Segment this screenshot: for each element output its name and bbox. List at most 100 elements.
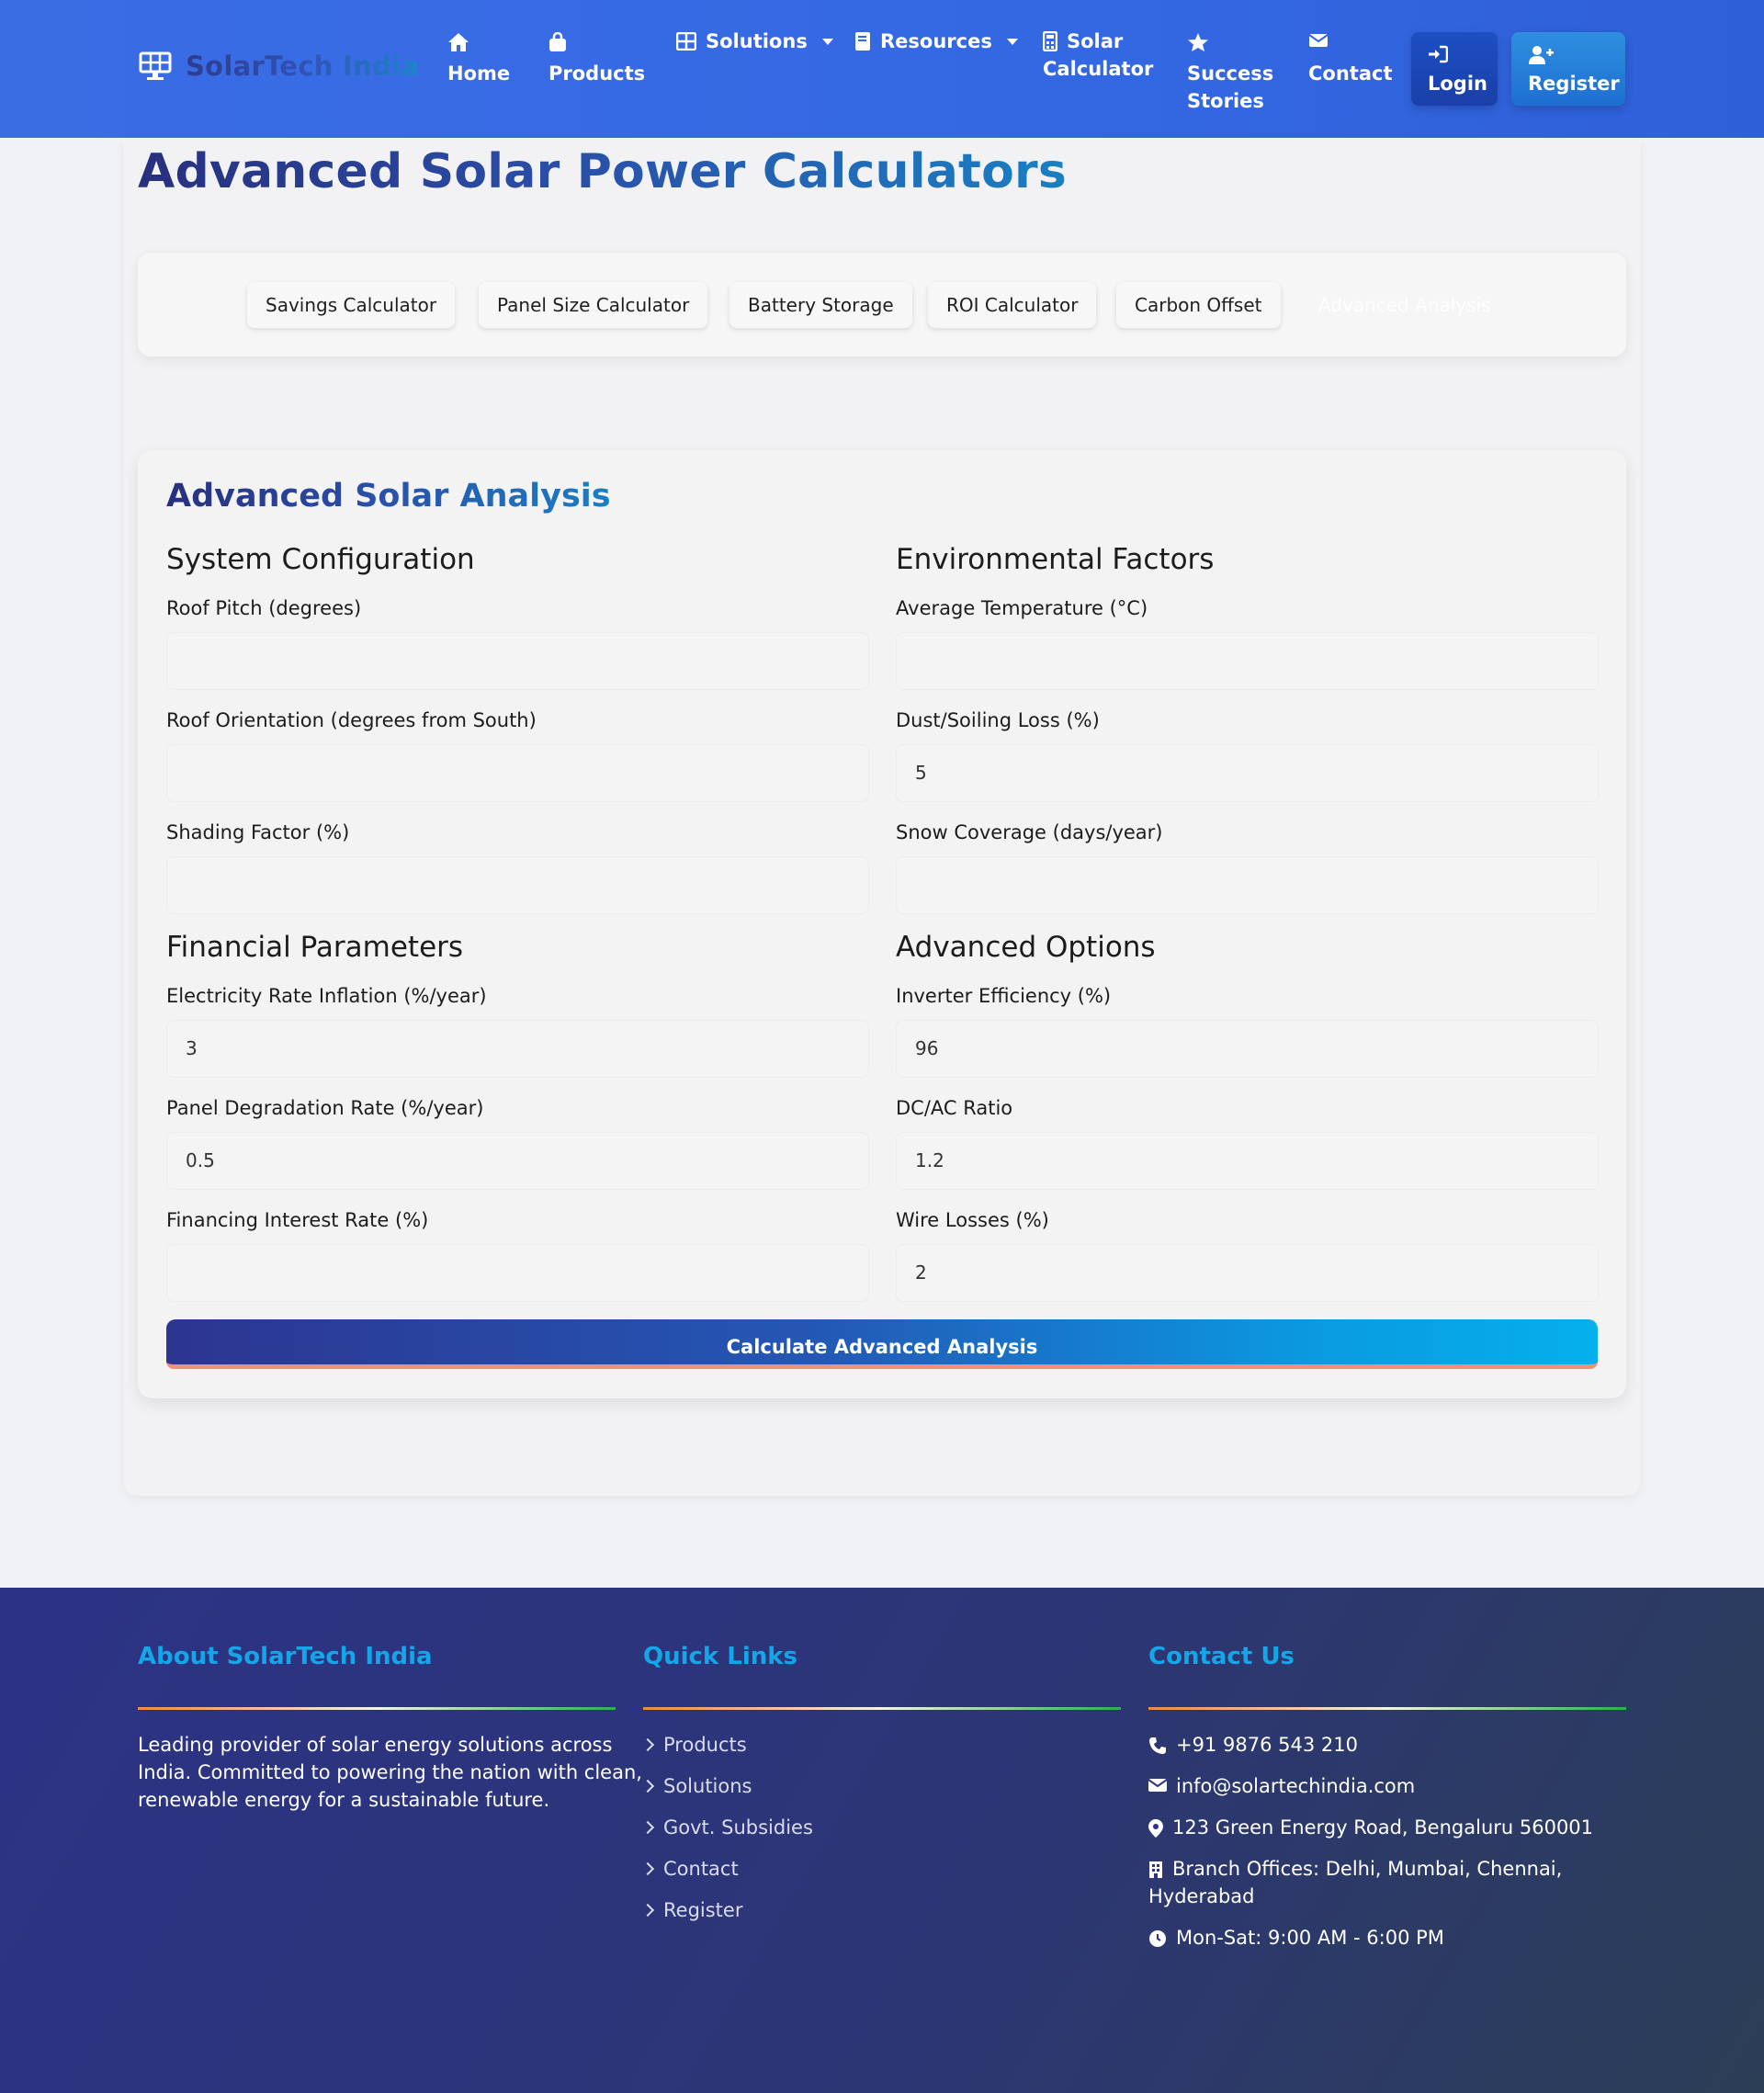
footer-link-label: Products — [663, 1734, 747, 1756]
footer-about-line-2: India. Committed to powering the nation … — [138, 1761, 642, 1783]
snow-coverage-input[interactable] — [896, 856, 1599, 914]
nav-success-label-1: Success — [1187, 62, 1274, 85]
building-icon — [1149, 1861, 1162, 1878]
tab-advanced-analysis[interactable]: Advanced Analysis — [1300, 282, 1510, 328]
calculator-tabs: Savings Calculator Panel Size Calculator… — [138, 253, 1626, 356]
footer-about-heading: About SolarTech India — [138, 1643, 433, 1670]
book-icon — [855, 32, 870, 51]
map-marker-icon — [1148, 1819, 1163, 1838]
roof-pitch-label: Roof Pitch (degrees) — [166, 597, 362, 619]
star-icon — [1187, 32, 1273, 60]
tab-panel-size-calculator[interactable]: Panel Size Calculator — [479, 282, 708, 328]
tab-carbon-offset[interactable]: Carbon Offset — [1116, 282, 1281, 328]
financing-rate-label: Financing Interest Rate (%) — [166, 1209, 429, 1231]
nav-contact-label: Contact — [1308, 62, 1393, 85]
chevron-right-icon — [640, 1820, 655, 1835]
avg-temperature-label: Average Temperature (°C) — [896, 597, 1148, 619]
chevron-down-icon — [1006, 38, 1018, 45]
login-button[interactable]: Login — [1411, 32, 1498, 106]
dc-ac-ratio-input[interactable]: 1.2 — [896, 1132, 1599, 1190]
footer-contact-heading: Contact Us — [1148, 1643, 1295, 1670]
footer-email-text: info@solartechindia.com — [1176, 1775, 1416, 1797]
chevron-right-icon — [640, 1861, 655, 1876]
tab-roi-calculator[interactable]: ROI Calculator — [928, 282, 1097, 328]
dust-loss-label: Dust/Soiling Loss (%) — [896, 709, 1100, 731]
footer-link-label: Contact — [663, 1858, 739, 1880]
chevron-right-icon — [640, 1903, 655, 1918]
footer-link-register[interactable]: Register — [640, 1896, 743, 1924]
nav-solutions-dropdown[interactable]: Solutions — [676, 28, 833, 55]
calculator-icon — [1043, 31, 1057, 51]
nav-home-label: Home — [447, 62, 511, 85]
footer-link-solutions[interactable]: Solutions — [640, 1772, 752, 1800]
clock-icon — [1149, 1930, 1166, 1947]
wire-losses-label: Wire Losses (%) — [896, 1209, 1049, 1231]
nav-solar-calculator[interactable]: Solar Calculator — [1043, 28, 1153, 83]
footer-link-label: Govt. Subsidies — [663, 1816, 813, 1838]
footer-link-products[interactable]: Products — [640, 1731, 747, 1759]
chevron-right-icon — [640, 1737, 655, 1752]
roof-orientation-input[interactable] — [166, 744, 869, 802]
footer-divider — [138, 1707, 616, 1710]
grid-icon — [676, 32, 696, 51]
dc-ac-ratio-label: DC/AC Ratio — [896, 1097, 1013, 1119]
analysis-title: Advanced Solar Analysis — [166, 470, 611, 522]
nav-contact[interactable]: Contact — [1308, 28, 1393, 87]
chevron-down-icon — [821, 38, 833, 45]
footer-about-line-1: Leading provider of solar energy solutio… — [138, 1734, 613, 1756]
nav-resources-dropdown[interactable]: Resources — [854, 28, 1018, 55]
footer-link-govt-subsidies[interactable]: Govt. Subsidies — [640, 1814, 813, 1841]
tab-battery-storage[interactable]: Battery Storage — [729, 282, 912, 328]
solar-panel-icon — [139, 51, 172, 80]
section-environmental-factors: Environmental Factors — [896, 543, 1215, 576]
roof-pitch-input[interactable] — [166, 632, 869, 690]
calculate-advanced-analysis-button[interactable]: Calculate Advanced Analysis — [166, 1319, 1598, 1369]
financing-rate-input[interactable] — [166, 1244, 869, 1302]
roof-orientation-label: Roof Orientation (degrees from South) — [166, 709, 537, 731]
nav-success-label-2: Stories — [1187, 90, 1264, 112]
shading-factor-label: Shading Factor (%) — [166, 821, 350, 843]
login-label: Login — [1428, 73, 1487, 95]
wire-losses-input[interactable]: 2 — [896, 1244, 1599, 1302]
nav-home[interactable]: Home — [447, 28, 510, 87]
footer-email[interactable]: info@solartechindia.com — [1148, 1772, 1415, 1800]
footer-link-label: Solutions — [663, 1775, 752, 1797]
avg-temperature-input[interactable] — [896, 632, 1599, 690]
footer-phone[interactable]: +91 9876 543 210 — [1148, 1731, 1358, 1759]
dust-loss-input[interactable]: 5 — [896, 744, 1599, 802]
brand-logo[interactable]: SolarTech India — [138, 51, 419, 82]
user-plus-icon — [1528, 45, 1609, 73]
nav-products[interactable]: Products — [548, 28, 645, 87]
footer-branches-text: Branch Offices: Delhi, Mumbai, Chennai, — [1172, 1858, 1563, 1880]
degradation-rate-input[interactable]: 0.5 — [166, 1132, 869, 1190]
register-button[interactable]: Register — [1511, 32, 1625, 106]
nav-success-stories[interactable]: Success Stories — [1187, 28, 1273, 115]
nav-solar-label-1: Solar — [1067, 30, 1124, 52]
snow-coverage-label: Snow Coverage (days/year) — [896, 821, 1163, 843]
phone-icon — [1149, 1737, 1166, 1754]
nav-resources-label: Resources — [880, 30, 992, 52]
home-icon — [447, 32, 510, 60]
footer-address-text: 123 Green Energy Road, Bengaluru 560001 — [1172, 1816, 1594, 1838]
rate-inflation-input[interactable]: 3 — [166, 1020, 869, 1078]
footer-divider — [643, 1707, 1121, 1710]
envelope-icon — [1308, 32, 1393, 60]
inverter-efficiency-input[interactable]: 96 — [896, 1020, 1599, 1078]
site-footer: About SolarTech India Leading provider o… — [0, 1588, 1764, 2093]
register-label: Register — [1528, 73, 1620, 95]
footer-branches: Branch Offices: Delhi, Mumbai, Chennai, — [1148, 1855, 1562, 1883]
footer-divider — [1148, 1707, 1626, 1710]
tab-savings-calculator[interactable]: Savings Calculator — [247, 282, 456, 328]
chevron-right-icon — [640, 1779, 655, 1793]
sign-in-icon — [1428, 45, 1481, 73]
envelope-icon — [1148, 1779, 1167, 1792]
brand-name: SolarTech India — [186, 51, 420, 82]
footer-link-contact[interactable]: Contact — [640, 1855, 739, 1883]
footer-hours: Mon-Sat: 9:00 AM - 6:00 PM — [1148, 1924, 1444, 1952]
footer-address: 123 Green Energy Road, Bengaluru 560001 — [1148, 1814, 1593, 1841]
nav-products-label: Products — [548, 62, 646, 85]
shading-factor-input[interactable] — [166, 856, 869, 914]
nav-solutions-label: Solutions — [706, 30, 808, 52]
footer-link-label: Register — [663, 1899, 743, 1921]
footer-phone-text: +91 9876 543 210 — [1176, 1734, 1358, 1756]
